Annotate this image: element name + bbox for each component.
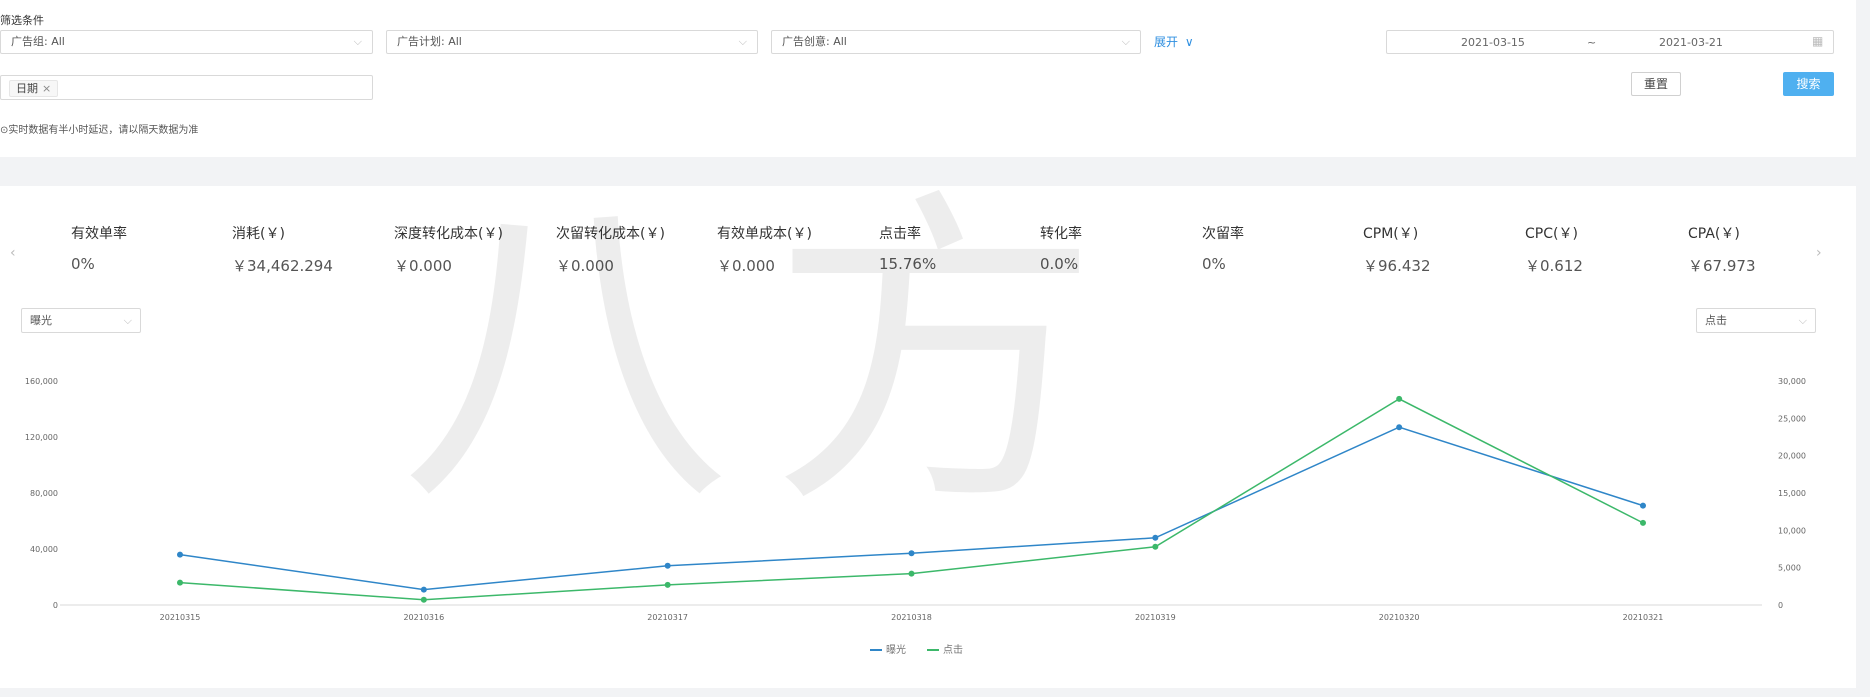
data-point — [908, 570, 915, 577]
y-right-tick-label: 20,000 — [1778, 452, 1806, 461]
y-left-tick-label: 120,000 — [25, 433, 58, 442]
series-line-1 — [179, 426, 1644, 591]
y-right-tick-label: 5,000 — [1778, 564, 1801, 573]
x-tick-label: 20210320 — [1379, 613, 1420, 622]
data-point — [664, 562, 671, 569]
y-right-tick-label: 30,000 — [1778, 377, 1806, 386]
y-right-tick-label: 25,000 — [1778, 414, 1806, 423]
data-point — [1152, 543, 1159, 550]
x-tick-label: 20210318 — [891, 613, 932, 622]
data-point — [1640, 519, 1646, 526]
legend-item-series-2[interactable]: 点击 — [927, 641, 963, 656]
x-tick-label: 20210316 — [403, 613, 444, 622]
data-point — [1396, 395, 1403, 402]
series-line-2 — [179, 398, 1644, 601]
data-point — [664, 581, 671, 588]
legend-item-series-1[interactable]: 曝光 — [870, 641, 906, 656]
legend-swatch — [927, 649, 939, 651]
y-right-tick-label: 15,000 — [1778, 489, 1806, 498]
legend-swatch — [870, 649, 882, 651]
data-point — [177, 579, 183, 586]
y-left-tick-label: 160,000 — [25, 377, 58, 386]
data-point — [177, 551, 183, 558]
line-chart: 0 40,000 80,000 120,000 160,000 0 5,000 10,000 1… — [25, 377, 1806, 622]
y-left-tick-label: 40,000 — [30, 545, 58, 554]
x-tick-label: 20210317 — [647, 613, 688, 622]
data-point — [908, 550, 915, 557]
y-left-tick-label: 0 — [53, 601, 58, 610]
data-point — [420, 586, 427, 593]
data-point — [1396, 424, 1403, 431]
y-left-tick-label: 80,000 — [30, 489, 58, 498]
data-point — [1640, 502, 1646, 509]
data-point — [1152, 534, 1159, 541]
x-tick-label: 20210321 — [1623, 613, 1664, 622]
x-tick-label: 20210315 — [160, 613, 201, 622]
y-right-tick-label: 0 — [1778, 601, 1783, 610]
legend-label: 点击 — [943, 645, 963, 656]
x-tick-label: 20210319 — [1135, 613, 1176, 622]
data-point — [420, 596, 427, 603]
legend-label: 曝光 — [886, 645, 906, 656]
y-right-tick-label: 10,000 — [1778, 526, 1806, 535]
